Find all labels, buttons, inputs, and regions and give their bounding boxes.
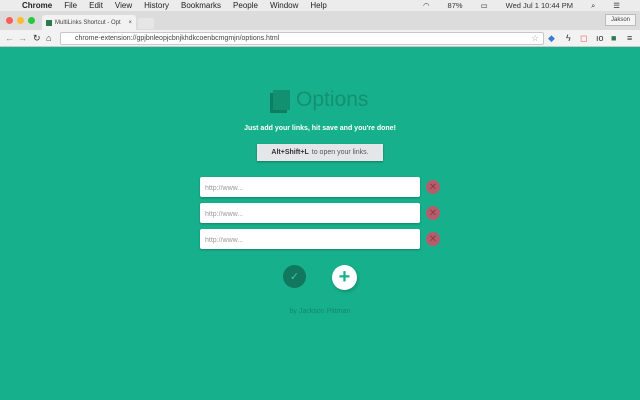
extension-icon[interactable]: ıo: [596, 33, 604, 43]
extension-icon[interactable]: ϟ: [566, 33, 571, 43]
book-icon: [273, 90, 290, 110]
menu-app[interactable]: Chrome: [22, 1, 52, 10]
battery-percent: 87%: [447, 1, 463, 10]
menu-history[interactable]: History: [144, 1, 169, 10]
page-logo: Options: [273, 88, 368, 112]
shortcut-text: to open your links.: [311, 149, 369, 156]
add-link-button[interactable]: +: [332, 265, 357, 290]
shortcut-hint: Alt+Shift+L to open your links.: [257, 144, 383, 161]
link-input[interactable]: [200, 204, 420, 225]
maximize-window-button[interactable]: [28, 17, 35, 24]
menu-bookmarks[interactable]: Bookmarks: [181, 1, 221, 10]
close-window-button[interactable]: [6, 17, 13, 24]
menu-file[interactable]: File: [64, 1, 77, 10]
options-page: Options Just add your links, hit save an…: [0, 48, 640, 400]
battery-icon[interactable]: ▭: [481, 1, 488, 10]
address-bar[interactable]: chrome-extension://gpjbnleopjcbnjkhdkcoe…: [60, 32, 544, 45]
browser-toolbar: ← → ↻ ⌂ chrome-extension://gpjbnleopjcbn…: [0, 30, 640, 47]
menu-edit[interactable]: Edit: [89, 1, 103, 10]
tab-title: MultiLinks Shortcut - Opt: [55, 19, 121, 26]
delete-link-button[interactable]: ✕: [426, 206, 440, 220]
delete-link-button[interactable]: ✕: [426, 180, 440, 194]
profile-button[interactable]: Jakson: [604, 14, 636, 26]
link-input[interactable]: [200, 230, 420, 251]
clock[interactable]: Wed Jul 1 10:44 PM: [506, 1, 573, 10]
extension-icon[interactable]: ◻: [580, 33, 587, 44]
close-icon: ✕: [428, 181, 438, 193]
url-text: chrome-extension://gpjbnleopjcbnjkhdkcoe…: [75, 35, 280, 42]
menu-people[interactable]: People: [233, 1, 258, 10]
extension-favicon: [46, 19, 52, 26]
back-icon[interactable]: ←: [5, 33, 14, 43]
author-link[interactable]: Jackson Pittman: [299, 308, 350, 315]
minimize-window-button[interactable]: [17, 17, 24, 24]
link-row: [200, 229, 420, 251]
delete-link-button[interactable]: ✕: [426, 232, 440, 246]
search-icon[interactable]: ⌕: [591, 1, 595, 11]
multilinks-extension-icon[interactable]: ■: [611, 33, 616, 43]
link-row: [200, 177, 420, 199]
menu-bar: Chrome File Edit View History Bookmarks …: [0, 0, 640, 11]
menu-view[interactable]: View: [115, 1, 132, 10]
close-icon: ✕: [428, 207, 438, 219]
close-icon: ✕: [428, 233, 438, 245]
credit: by Jackson Pittman: [0, 308, 640, 315]
new-tab-button[interactable]: [138, 18, 154, 29]
tab-options[interactable]: MultiLinks Shortcut - Opt ×: [42, 15, 136, 30]
list-icon[interactable]: ☰: [613, 1, 620, 10]
menu-help[interactable]: Help: [310, 1, 326, 10]
reload-icon[interactable]: ↻: [33, 33, 41, 44]
check-icon: ✓: [289, 271, 300, 283]
save-button[interactable]: ✓: [283, 265, 306, 288]
forward-icon[interactable]: →: [18, 33, 27, 43]
home-icon[interactable]: ⌂: [46, 33, 51, 43]
tab-close-icon[interactable]: ×: [128, 20, 132, 26]
link-input[interactable]: [200, 178, 420, 199]
tab-bar: MultiLinks Shortcut - Opt × Jakson: [0, 11, 640, 30]
plus-icon: +: [338, 266, 351, 288]
credit-prefix: by: [289, 308, 298, 315]
star-icon[interactable]: ☆: [531, 33, 539, 44]
page-title: Options: [296, 88, 369, 111]
tagline: Just add your links, hit save and you're…: [244, 125, 396, 132]
extension-icon[interactable]: ◆: [548, 33, 555, 44]
wifi-icon[interactable]: ◠: [423, 1, 430, 10]
link-row: [200, 203, 420, 225]
menu-window[interactable]: Window: [270, 1, 298, 10]
shortcut-keys: Alt+Shift+L: [271, 149, 309, 156]
menu-icon[interactable]: ≡: [627, 33, 632, 43]
